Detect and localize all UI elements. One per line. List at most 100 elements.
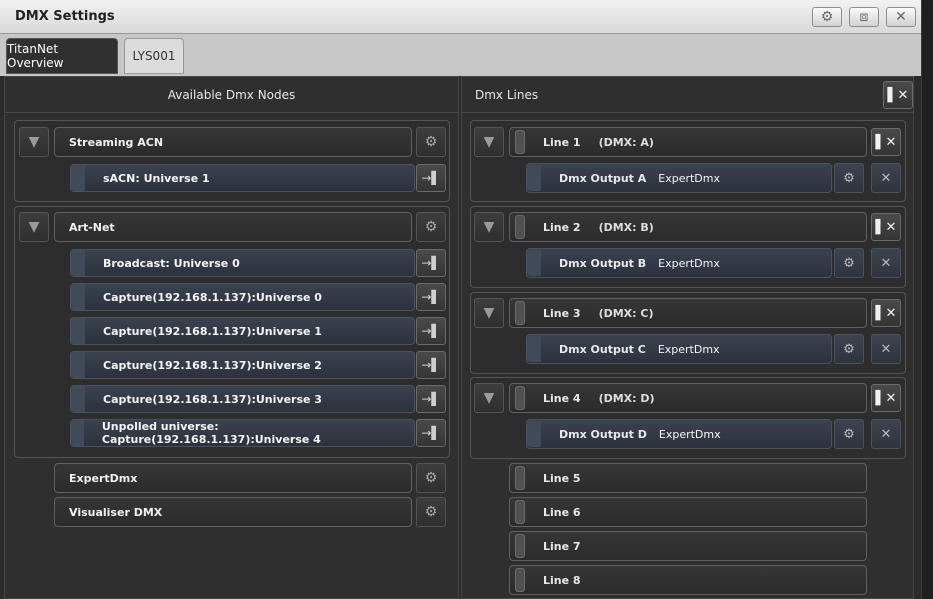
empty-line-row[interactable]: Line 7 bbox=[509, 531, 867, 561]
list-item[interactable]: sACN: Universe 1 bbox=[70, 164, 415, 192]
output-type: ExpertDmx bbox=[658, 256, 720, 270]
line-label: Line 5 bbox=[543, 471, 581, 485]
line-row[interactable]: Line 1 (DMX: A) bbox=[509, 127, 867, 157]
list-item[interactable]: Capture(192.168.1.137):Universe 2 bbox=[70, 351, 415, 379]
output-type: ExpertDmx bbox=[657, 342, 720, 356]
gear-icon[interactable]: ⚙ bbox=[834, 419, 864, 449]
side-strip bbox=[921, 0, 933, 599]
line-label: Line 4 bbox=[543, 391, 581, 405]
line-label: Line 6 bbox=[543, 505, 581, 519]
line-row[interactable]: Line 2 (DMX: B) bbox=[509, 212, 867, 242]
node-label: Capture(192.168.1.137):Universe 2 bbox=[103, 358, 322, 372]
plug-icon[interactable]: →▌ bbox=[416, 283, 446, 311]
grip-handle bbox=[527, 421, 541, 447]
collapse-triangle-icon[interactable]: ▼ bbox=[474, 127, 504, 157]
line-dmx-label: (DMX: A) bbox=[598, 135, 654, 149]
output-label: Dmx Output C bbox=[559, 342, 646, 356]
line-grip bbox=[515, 568, 525, 592]
line-label: Line 2 bbox=[543, 220, 581, 234]
plug-icon[interactable]: →▌ bbox=[416, 385, 446, 413]
output-label: Dmx Output D bbox=[559, 427, 647, 441]
dmx-lines-header: Dmx Lines bbox=[475, 88, 539, 102]
collapse-triangle-icon[interactable]: ▼ bbox=[19, 212, 49, 242]
line-row[interactable]: Line 3 (DMX: C) bbox=[509, 298, 867, 328]
list-item[interactable]: Dmx Output D ExpertDmx bbox=[526, 419, 832, 449]
node-label: sACN: Universe 1 bbox=[103, 171, 210, 185]
grip-handle bbox=[527, 250, 541, 276]
collapse-triangle-icon[interactable]: ▼ bbox=[19, 127, 49, 157]
plug-icon[interactable]: →▌ bbox=[416, 419, 446, 447]
list-item[interactable]: Broadcast: Universe 0 bbox=[70, 249, 415, 277]
restore-icon[interactable]: ⧈ bbox=[849, 7, 879, 27]
gear-icon[interactable]: ⚙ bbox=[416, 497, 446, 527]
line-grip bbox=[515, 500, 525, 524]
remove-line-icon[interactable]: ▌✕ bbox=[871, 213, 901, 241]
node-expertdmx[interactable]: ExpertDmx bbox=[54, 463, 412, 493]
line-row[interactable]: Line 4 (DMX: D) bbox=[509, 383, 867, 413]
gear-icon[interactable]: ⚙ bbox=[834, 248, 864, 278]
tab-titannet-overview[interactable]: TitanNet Overview bbox=[6, 38, 118, 74]
output-type: ExpertDmx bbox=[658, 427, 721, 441]
list-item[interactable]: Capture(192.168.1.137):Universe 0 bbox=[70, 283, 415, 311]
available-dmx-nodes-header: Available Dmx Nodes bbox=[167, 88, 296, 102]
node-art-net[interactable]: Art-Net bbox=[54, 212, 412, 242]
empty-line-row[interactable]: Line 8 bbox=[509, 565, 867, 595]
line-dmx-label: (DMX: B) bbox=[598, 220, 654, 234]
collapse-triangle-icon[interactable]: ▼ bbox=[474, 212, 504, 242]
node-label: Capture(192.168.1.137):Universe 0 bbox=[103, 290, 322, 304]
plug-icon[interactable]: →▌ bbox=[416, 317, 446, 345]
node-label: Capture(192.168.1.137):Universe 1 bbox=[103, 324, 322, 338]
grip-handle bbox=[71, 318, 85, 344]
node-visualiser-dmx[interactable]: Visualiser DMX bbox=[54, 497, 412, 527]
empty-line-row[interactable]: Line 5 bbox=[509, 463, 867, 493]
line-grip bbox=[515, 386, 525, 410]
output-type: ExpertDmx bbox=[658, 171, 721, 185]
list-item[interactable]: Dmx Output A ExpertDmx bbox=[526, 163, 832, 193]
window-title: DMX Settings bbox=[15, 9, 115, 24]
list-item[interactable]: Unpolled universe: Capture(192.168.1.137… bbox=[70, 419, 415, 447]
grip-handle bbox=[71, 420, 84, 446]
line-grip bbox=[515, 130, 525, 154]
close-icon[interactable]: ✕ bbox=[871, 419, 901, 449]
output-label: Dmx Output B bbox=[559, 256, 647, 270]
remove-line-icon[interactable]: ▌✕ bbox=[871, 299, 901, 327]
gear-icon[interactable]: ⚙ bbox=[834, 334, 864, 364]
remove-line-icon[interactable]: ▌✕ bbox=[871, 384, 901, 412]
header-divider bbox=[4, 112, 459, 113]
grip-handle bbox=[527, 336, 541, 362]
settings-icon[interactable]: ⚙ bbox=[812, 7, 842, 27]
collapse-triangle-icon[interactable]: ▼ bbox=[474, 298, 504, 328]
list-item[interactable]: Dmx Output C ExpertDmx bbox=[526, 334, 832, 364]
node-streaming-acn[interactable]: Streaming ACN bbox=[54, 127, 412, 157]
close-icon[interactable]: ✕ bbox=[886, 7, 916, 27]
list-item[interactable]: Capture(192.168.1.137):Universe 3 bbox=[70, 385, 415, 413]
line-dmx-label: (DMX: C) bbox=[598, 306, 654, 320]
output-label: Dmx Output A bbox=[559, 171, 647, 185]
grip-handle bbox=[71, 284, 85, 310]
plug-icon[interactable]: →▌ bbox=[416, 249, 446, 277]
line-label: Line 1 bbox=[543, 135, 581, 149]
node-label: Broadcast: Universe 0 bbox=[103, 256, 240, 270]
empty-line-row[interactable]: Line 6 bbox=[509, 497, 867, 527]
collapse-triangle-icon[interactable]: ▼ bbox=[474, 383, 504, 413]
gear-icon[interactable]: ⚙ bbox=[416, 127, 446, 157]
list-item[interactable]: Dmx Output B ExpertDmx bbox=[526, 248, 832, 278]
line-grip bbox=[515, 301, 525, 325]
line-grip bbox=[515, 215, 525, 239]
close-icon[interactable]: ✕ bbox=[871, 248, 901, 278]
remove-line-icon[interactable]: ▌✕ bbox=[871, 128, 901, 156]
node-label: Capture(192.168.1.137):Universe 3 bbox=[103, 392, 322, 406]
plug-icon[interactable]: →▌ bbox=[416, 351, 446, 379]
gear-icon[interactable]: ⚙ bbox=[416, 212, 446, 242]
line-label: Line 8 bbox=[543, 573, 581, 587]
line-grip bbox=[515, 466, 525, 490]
grip-handle bbox=[71, 352, 85, 378]
list-item[interactable]: Capture(192.168.1.137):Universe 1 bbox=[70, 317, 415, 345]
close-icon[interactable]: ✕ bbox=[871, 334, 901, 364]
gear-icon[interactable]: ⚙ bbox=[834, 163, 864, 193]
tab-lys001[interactable]: LYS001 bbox=[124, 38, 184, 74]
close-icon[interactable]: ✕ bbox=[871, 163, 901, 193]
gear-icon[interactable]: ⚙ bbox=[416, 463, 446, 493]
plug-icon[interactable]: →▌ bbox=[416, 164, 446, 192]
remove-all-icon[interactable]: ▌✕ bbox=[883, 81, 913, 109]
